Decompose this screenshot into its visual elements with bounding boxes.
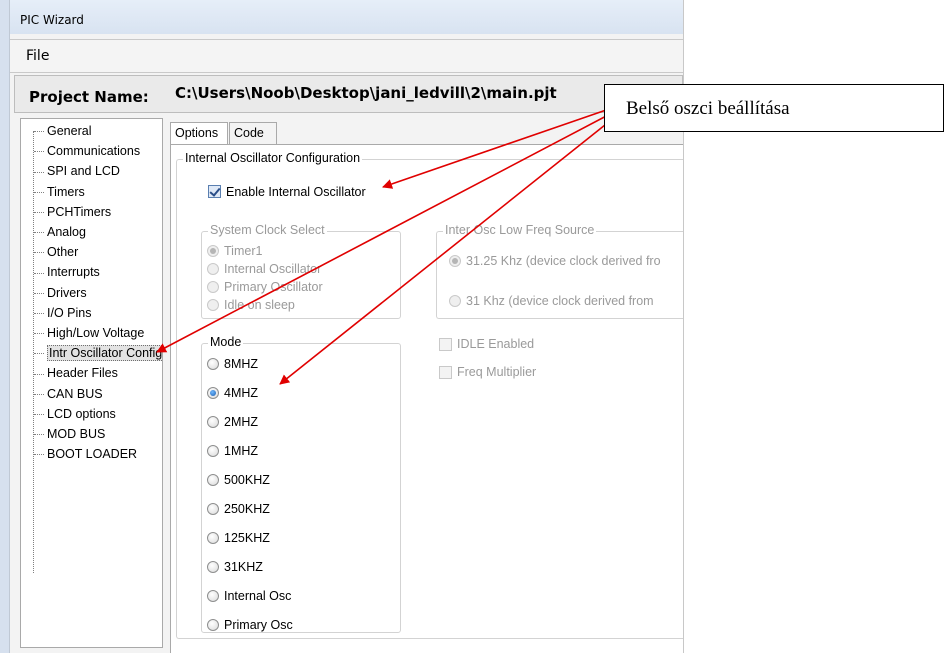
arrow-to-intr-osc-tree-item (156, 112, 613, 353)
annotation-callout-box: Belső oszci beállítása (604, 84, 944, 132)
arrow-to-4mhz-option (279, 116, 616, 385)
annotation-callout-text: Belső oszci beállítása (626, 98, 790, 119)
